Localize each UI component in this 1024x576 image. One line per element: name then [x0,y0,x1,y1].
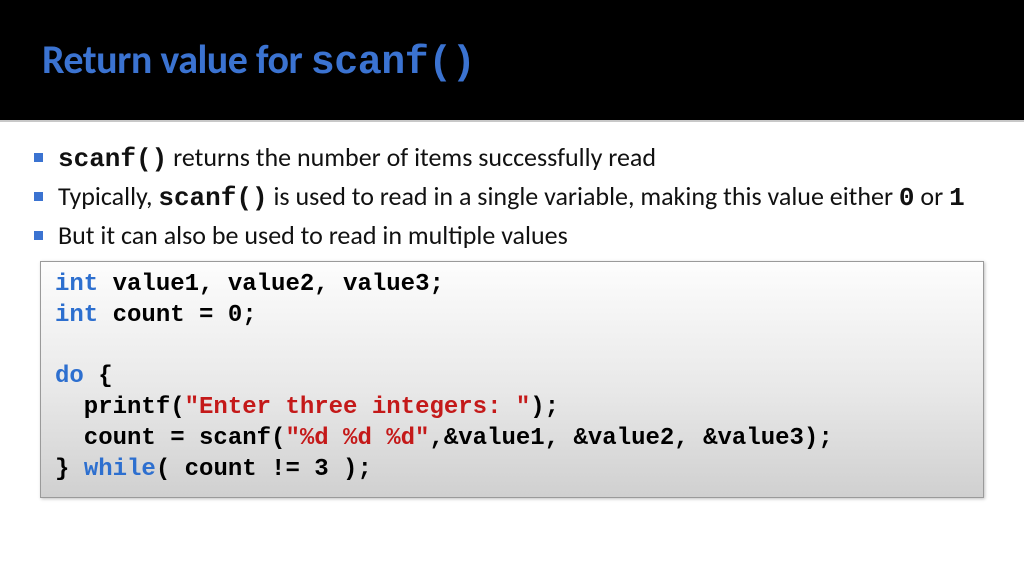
code-inline: scanf() [158,183,267,213]
code-block: int value1, value2, value3; int count = … [40,261,984,498]
string-literal: "%d %d %d" [285,425,429,452]
bullet-text: is used to read in a single variable, ma… [268,180,899,212]
bullet-item: Typically, scanf() is used to read in a … [28,179,996,216]
bullet-item: scanf() returns the number of items succ… [28,140,996,177]
bullet-text: or [915,180,950,212]
code-text: printf( [55,394,185,421]
bullet-text: Typically, [58,180,158,212]
code-text: ( count != 3 ); [156,456,372,483]
code-inline: scanf() [58,144,167,174]
string-literal: "Enter three integers: " [185,394,531,421]
code-text: value1, value2, value3; [98,271,444,298]
code-text: count = 0; [98,302,256,329]
code-text: { [84,363,113,390]
code-text: ); [530,394,559,421]
slide-content: scanf() returns the number of items succ… [0,122,1024,498]
code-text: count = scanf( [55,425,285,452]
bullet-list: scanf() returns the number of items succ… [28,140,996,253]
bullet-item: But it can also be used to read in multi… [28,218,996,253]
keyword: int [55,302,98,329]
keyword: while [84,456,156,483]
code-text: ,&value1, &value2, &value3); [429,425,832,452]
title-prefix: Return value for [42,35,311,84]
code-inline: 0 [899,183,915,213]
slide-header: Return value for scanf() [0,0,1024,122]
keyword: do [55,363,84,390]
title-code: scanf() [311,41,476,86]
slide-title: Return value for scanf() [42,35,475,86]
bullet-text: But it can also be used to read in multi… [58,219,568,251]
keyword: int [55,271,98,298]
code-inline: 1 [949,183,965,213]
code-text: } [55,456,84,483]
bullet-text: returns the number of items successfully… [167,141,656,173]
